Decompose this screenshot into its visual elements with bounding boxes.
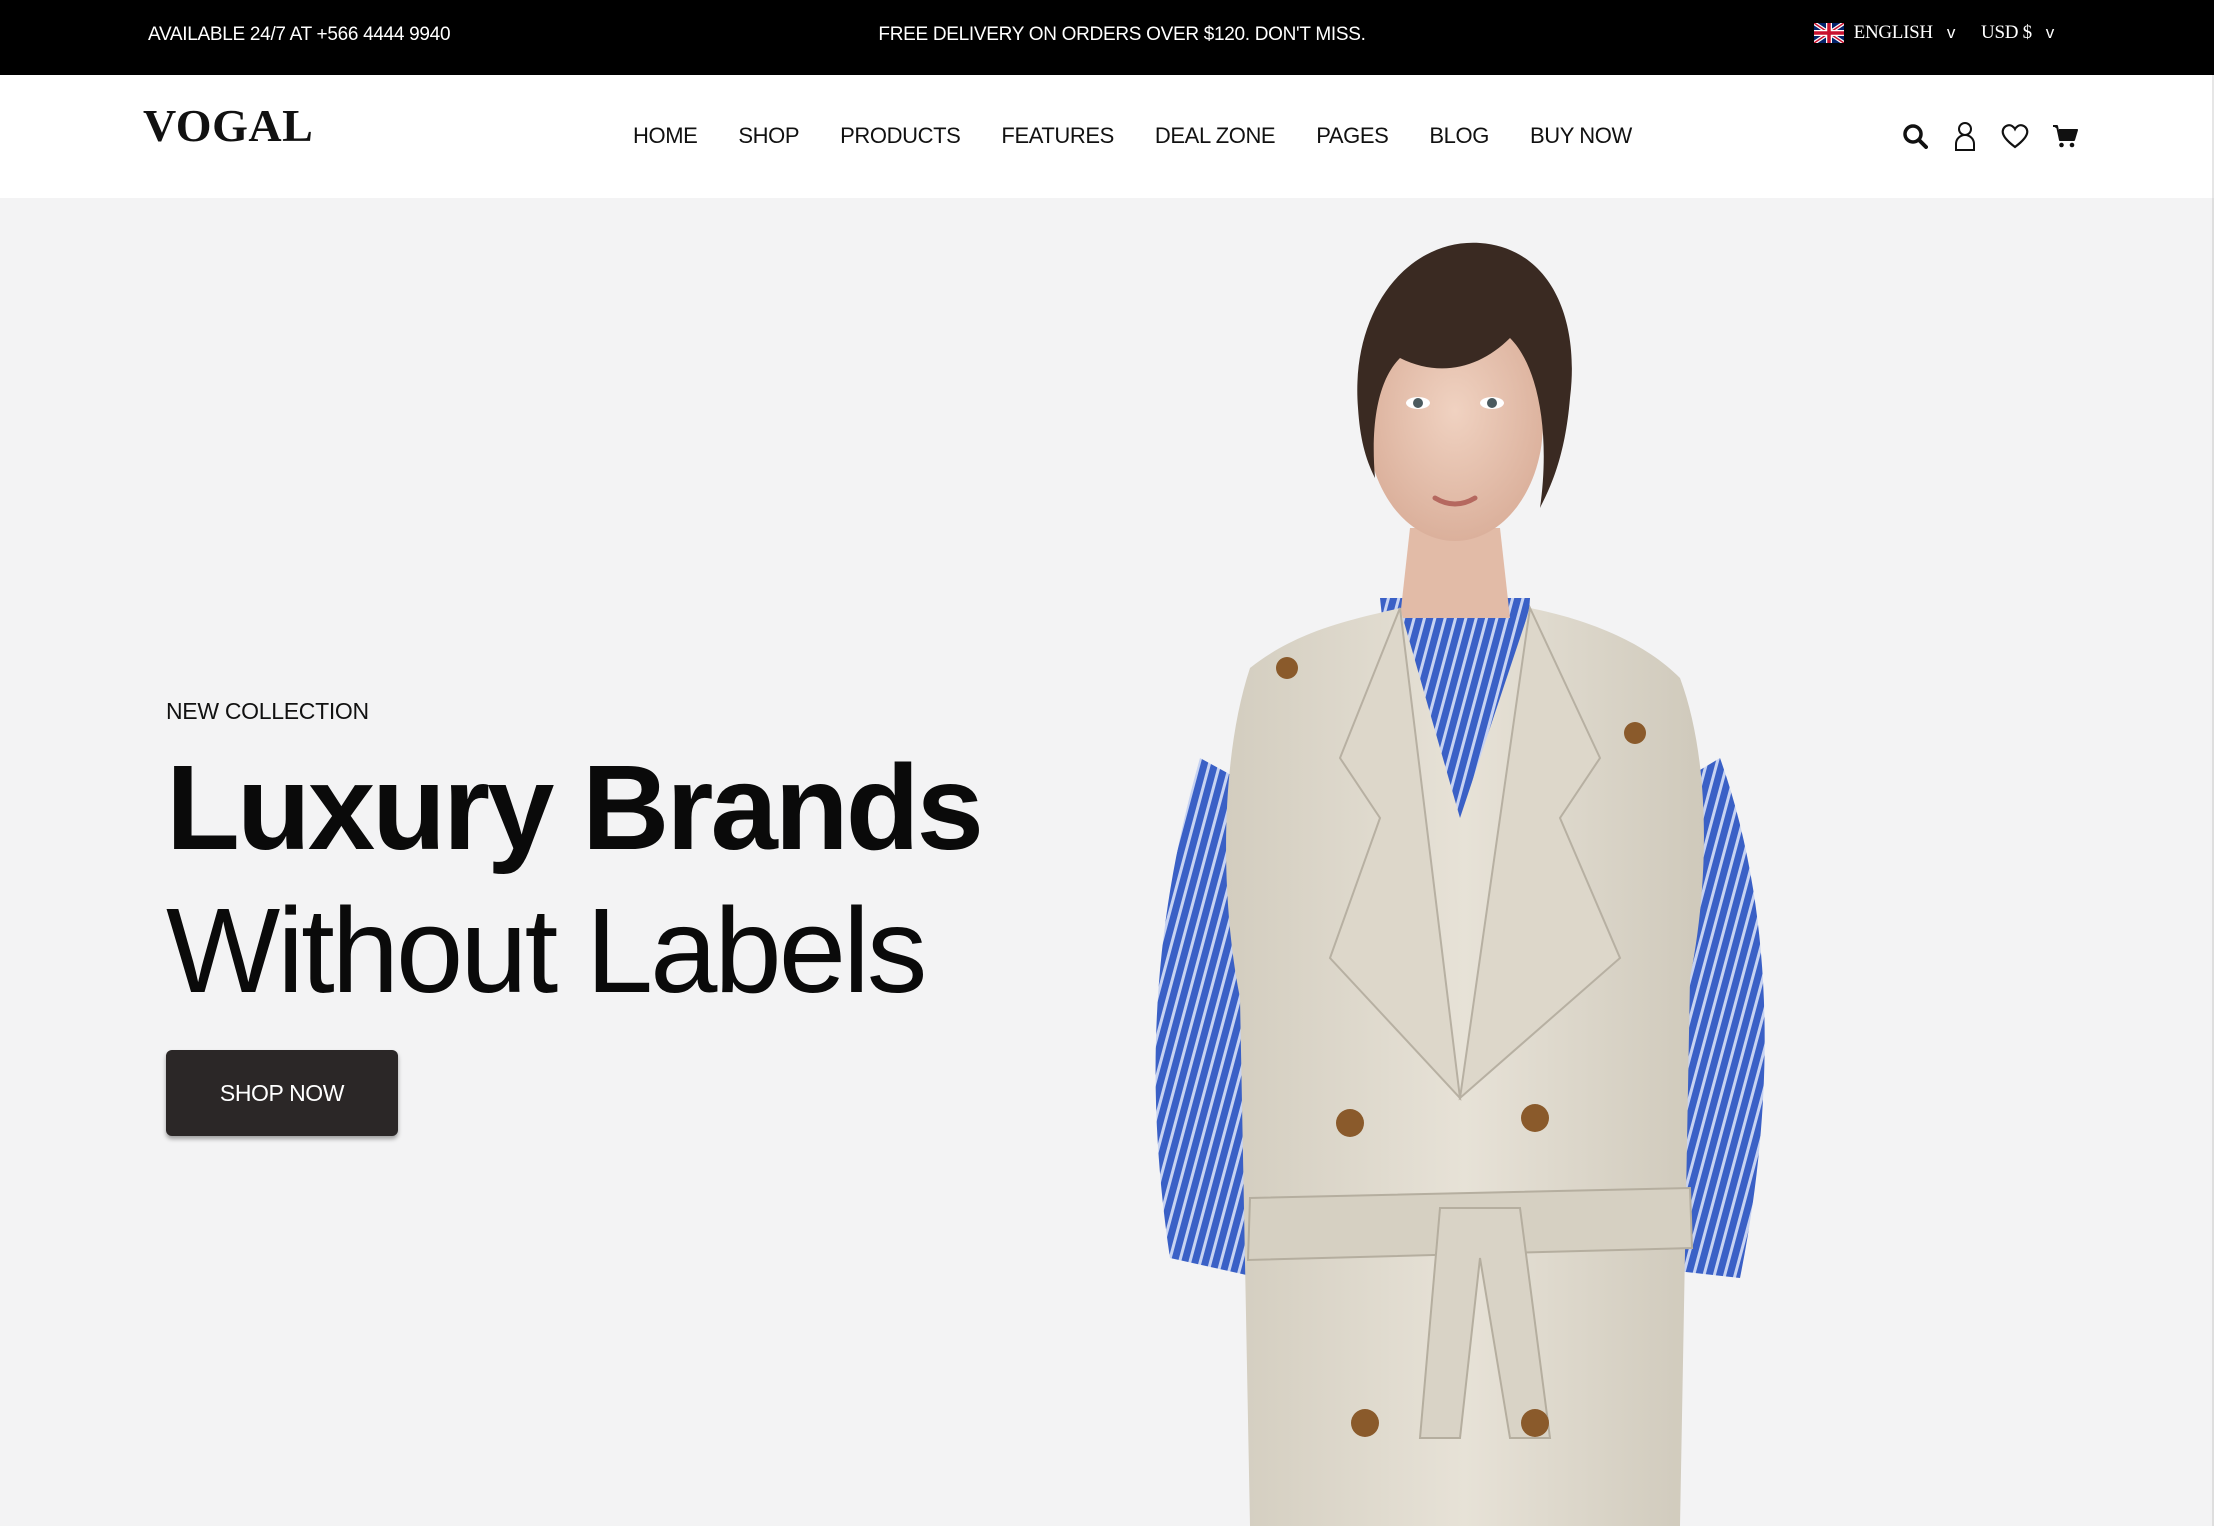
header-icons <box>1900 119 2080 153</box>
hero-content: NEW COLLECTION Luxury Brands Without Lab… <box>166 698 984 1136</box>
nav-deal-zone[interactable]: DEAL ZONE <box>1155 123 1276 149</box>
nav-features[interactable]: FEATURES <box>1001 123 1114 149</box>
nav-shop[interactable]: SHOP <box>738 123 799 149</box>
site-logo[interactable]: VOGAL <box>143 99 313 152</box>
hero-headline-bold: Luxury Brands <box>166 739 984 875</box>
language-selector[interactable]: ENGLISH v <box>1813 22 1956 44</box>
currency-label: USD $ <box>1981 22 2032 43</box>
search-icon[interactable] <box>1900 119 1930 153</box>
nav-home[interactable]: HOME <box>633 123 698 149</box>
hero-banner: NEW COLLECTION Luxury Brands Without Lab… <box>0 198 2214 1526</box>
locale-selectors: ENGLISH v USD $ v <box>1813 22 2054 44</box>
chevron-down-icon: v <box>1946 23 1956 42</box>
chevron-down-icon: v <box>2045 23 2055 42</box>
nav-products[interactable]: PRODUCTS <box>840 123 961 149</box>
hero-model-image <box>1155 242 1765 1526</box>
nav-blog[interactable]: BLOG <box>1429 123 1489 149</box>
hero-headline-light: Without Labels <box>166 882 927 1018</box>
language-label: ENGLISH <box>1853 22 1933 43</box>
shop-now-button[interactable]: SHOP NOW <box>166 1050 398 1136</box>
user-icon[interactable] <box>1950 119 1980 153</box>
nav-buy-now[interactable]: BUY NOW <box>1530 123 1632 149</box>
uk-flag-icon <box>1813 23 1844 43</box>
hero-eyebrow: NEW COLLECTION <box>166 698 369 724</box>
announcement-bar: AVAILABLE 24/7 AT +566 4444 9940 FREE DE… <box>0 0 2214 75</box>
nav-pages[interactable]: PAGES <box>1316 123 1389 149</box>
main-nav: HOME SHOP PRODUCTS FEATURES DEAL ZONE PA… <box>633 123 1673 149</box>
site-header: VOGAL HOME SHOP PRODUCTS FEATURES DEAL Z… <box>0 75 2214 198</box>
heart-icon[interactable] <box>2000 119 2030 153</box>
currency-selector[interactable]: USD $ v <box>1981 22 2054 44</box>
cart-icon[interactable] <box>2050 119 2080 153</box>
